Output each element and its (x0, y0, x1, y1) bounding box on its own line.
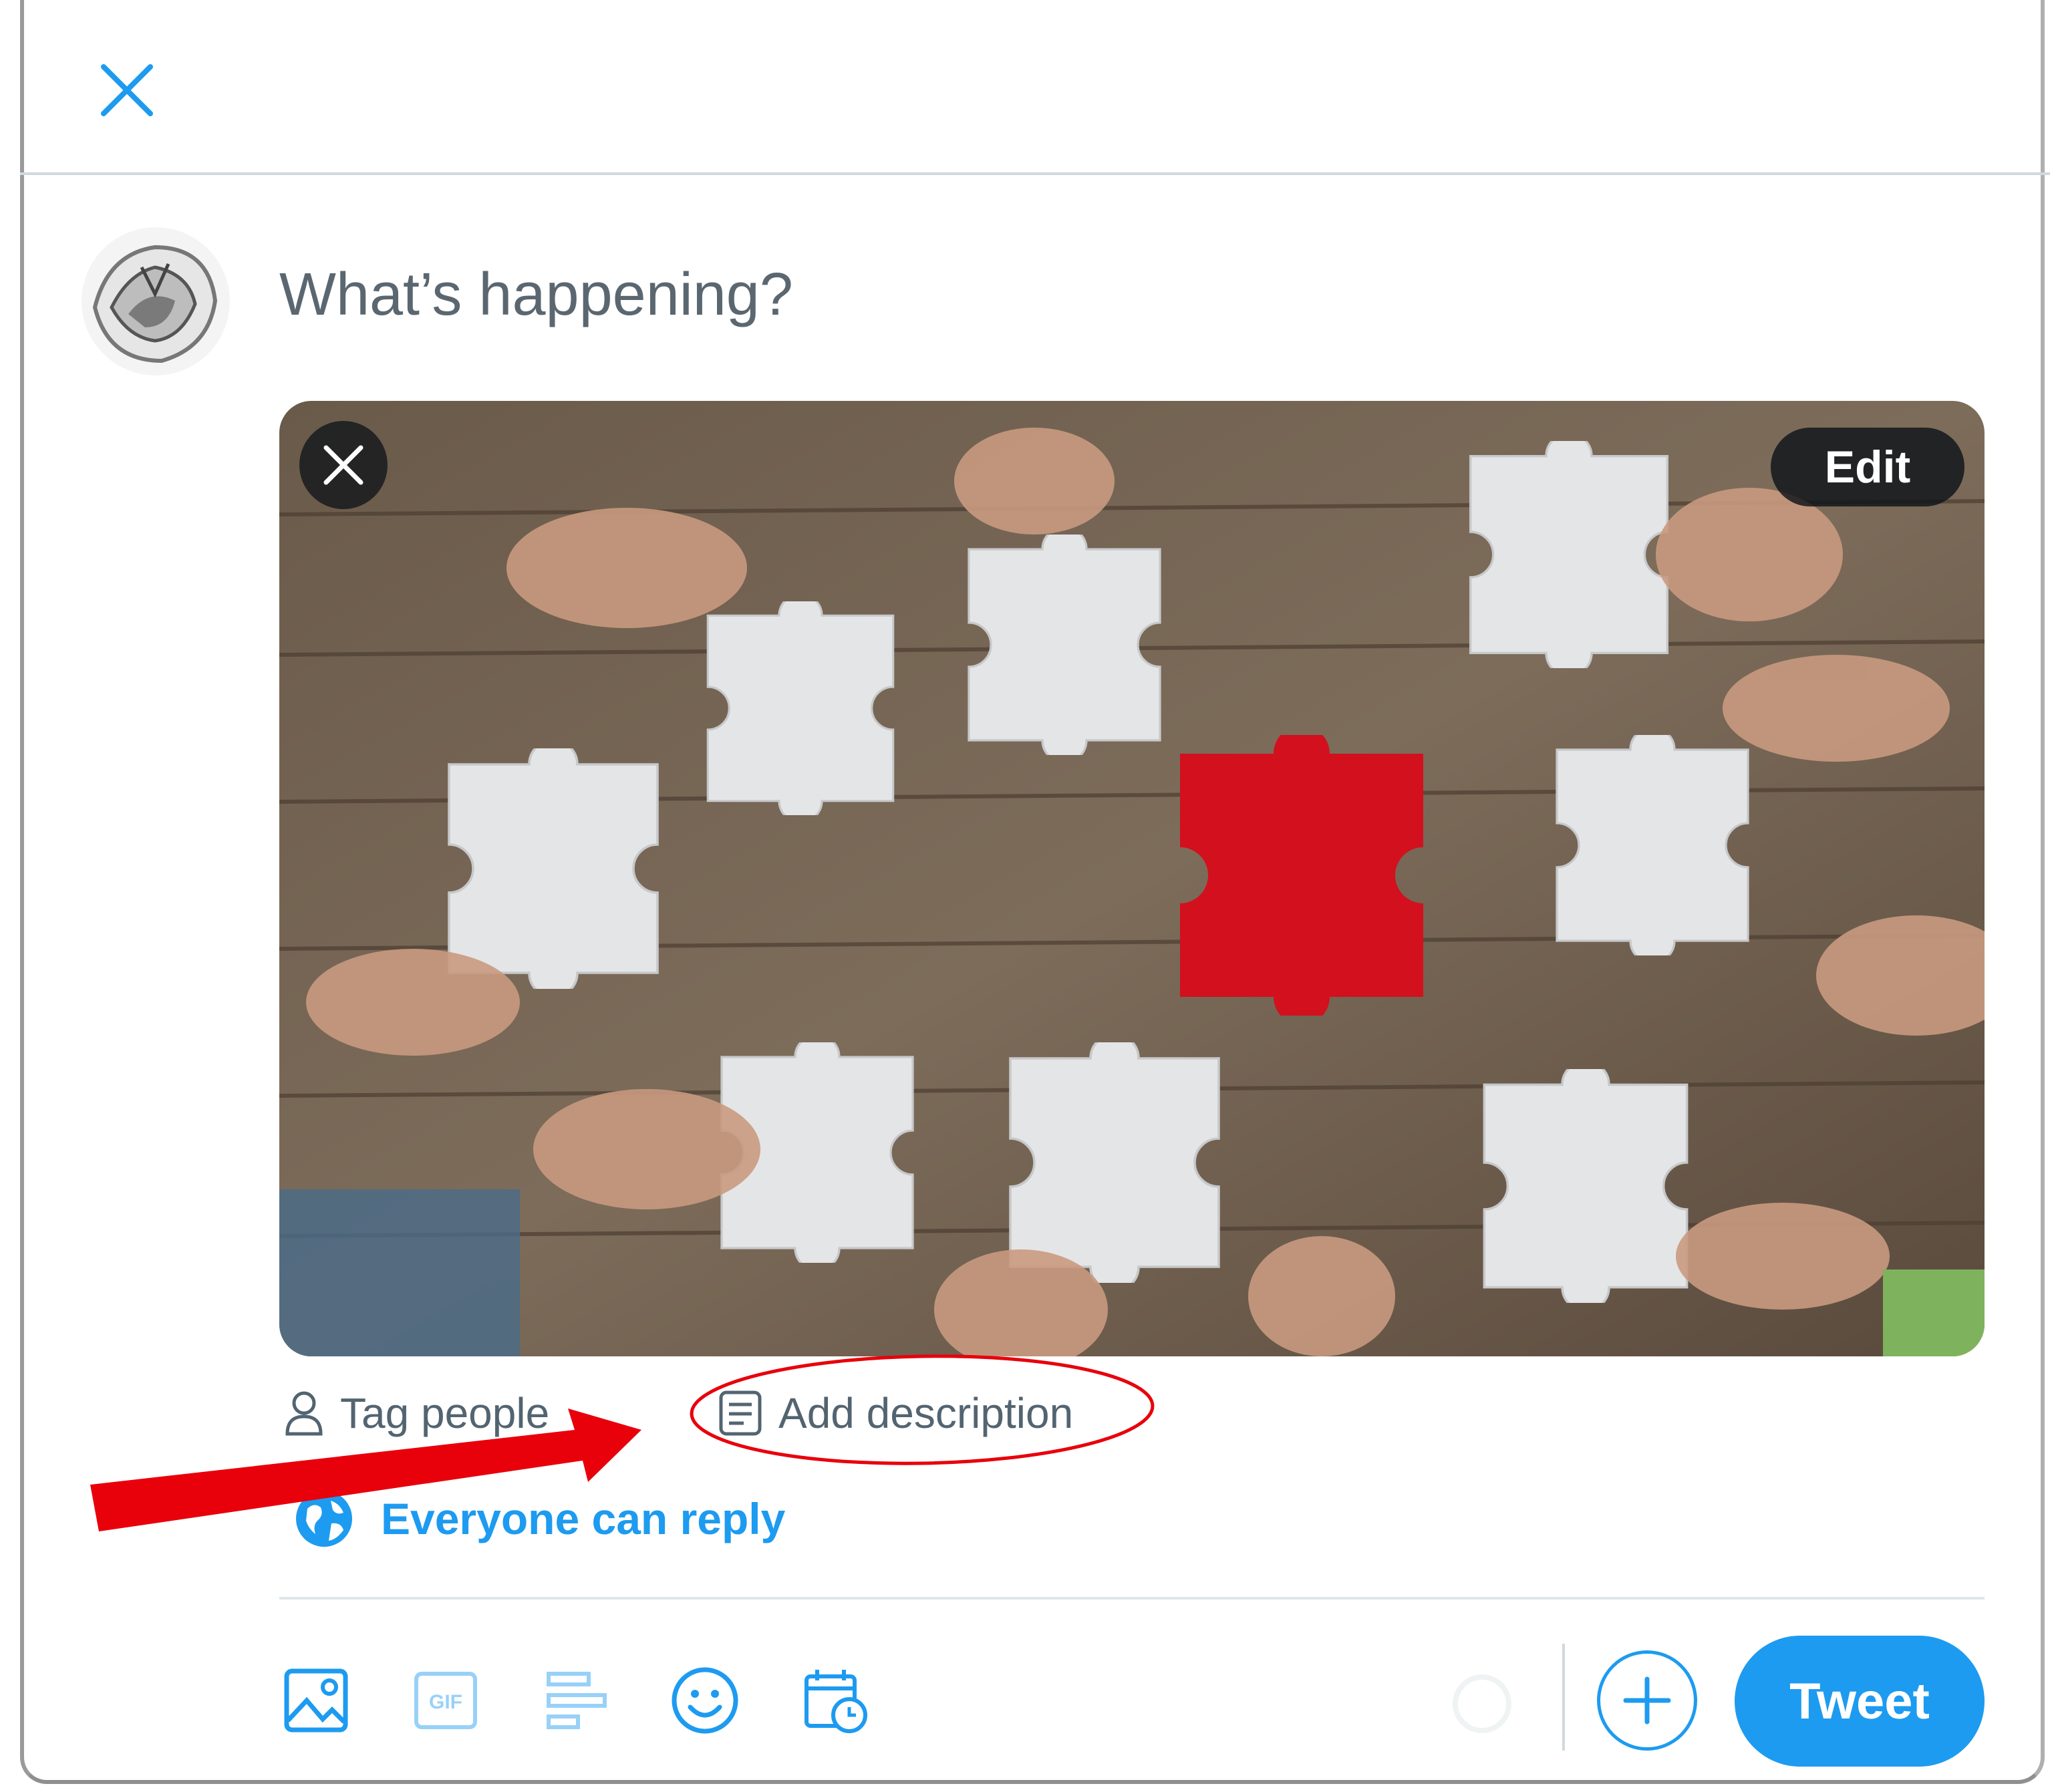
gif-button: GIF (409, 1664, 482, 1737)
close-dialog-button[interactable] (94, 57, 160, 124)
attached-image: Edit (279, 401, 1985, 1356)
image-icon (284, 1668, 348, 1733)
toolbar-divider (279, 1597, 1985, 1600)
tweet-button[interactable]: Tweet (1735, 1636, 1985, 1767)
poll-icon (547, 1672, 607, 1729)
globe-icon (296, 1491, 352, 1547)
tag-people-button[interactable]: Tag people (284, 1388, 549, 1438)
emoji-icon (672, 1667, 738, 1734)
tag-people-label: Tag people (340, 1389, 550, 1437)
add-description-label: Add description (778, 1389, 1074, 1437)
reply-setting-label: Everyone can reply (381, 1494, 786, 1543)
description-icon (719, 1390, 762, 1436)
add-description-button[interactable]: Add description (718, 1388, 1073, 1438)
emoji-button[interactable] (668, 1664, 742, 1737)
media-upload-button[interactable] (279, 1664, 353, 1737)
gif-icon: GIF (414, 1672, 477, 1729)
remove-media-button[interactable] (299, 421, 388, 509)
puzzle-photo (279, 401, 1985, 1356)
add-tweet-button[interactable] (1597, 1650, 1697, 1751)
compose-input[interactable]: What’s happening? (279, 261, 793, 329)
close-icon (323, 445, 363, 485)
edit-media-button[interactable]: Edit (1771, 428, 1964, 506)
close-icon (101, 64, 153, 116)
toolbar-separator (1562, 1644, 1565, 1751)
avatar[interactable] (82, 227, 230, 376)
person-icon (285, 1391, 323, 1436)
poll-button (540, 1664, 613, 1737)
schedule-icon (804, 1670, 867, 1733)
gif-text: GIF (429, 1691, 462, 1713)
character-count-ring (1453, 1674, 1511, 1733)
schedule-button[interactable] (799, 1664, 873, 1737)
reply-setting-button[interactable]: Everyone can reply (294, 1489, 785, 1549)
header-divider (20, 172, 2050, 175)
plus-icon (1623, 1676, 1671, 1725)
